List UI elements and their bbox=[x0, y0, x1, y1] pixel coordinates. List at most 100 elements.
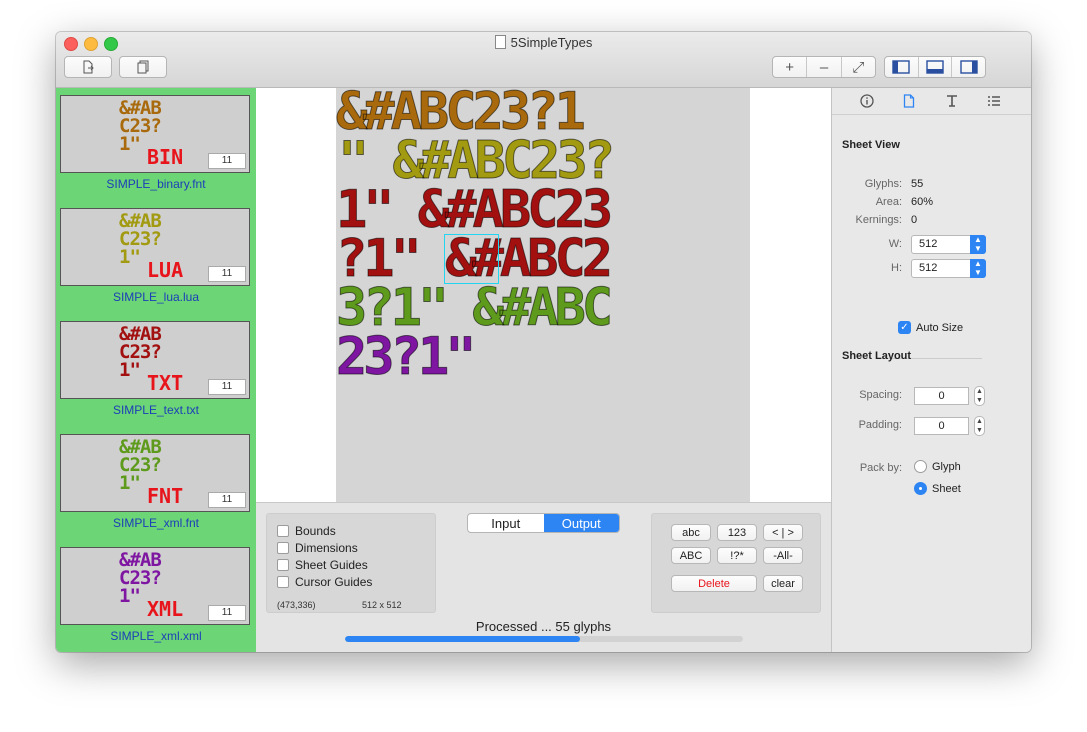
glyph-row: 1" &#ABC23 bbox=[336, 180, 614, 240]
right-sidebar-icon bbox=[959, 60, 978, 74]
font-list-item[interactable]: &#AB C23? 1" BIN 11 SIMPLE_binary.fnt bbox=[56, 88, 256, 201]
zoom-controls: + – ⤢ bbox=[772, 56, 876, 78]
font-list-item[interactable]: &#AB C23? 1" FNT 11 SIMPLE_xml.fnt bbox=[56, 427, 256, 540]
output-tab[interactable]: Output bbox=[543, 514, 619, 532]
zoom-out-button[interactable]: – bbox=[806, 57, 840, 77]
symbols-button[interactable]: !?* bbox=[717, 547, 757, 564]
padding-label: Padding: bbox=[858, 419, 902, 431]
font-filename[interactable]: SIMPLE_xml.xml bbox=[56, 629, 256, 643]
text-tab[interactable] bbox=[943, 92, 961, 110]
toggle-right-sidebar-button[interactable] bbox=[951, 57, 985, 77]
cursor-guides-checkbox[interactable] bbox=[277, 576, 289, 588]
glyphs-label: Glyphs: bbox=[864, 178, 902, 190]
document-tab[interactable] bbox=[900, 92, 918, 110]
dimensions-checkbox[interactable] bbox=[277, 542, 289, 554]
document-icon bbox=[903, 94, 915, 108]
view-controls bbox=[884, 56, 986, 78]
inspector-panel: Sheet View Glyphs: 55 Area: 60% Kernings… bbox=[831, 88, 1031, 652]
dimensions-checkbox-row[interactable]: Dimensions bbox=[277, 541, 358, 555]
new-document-icon bbox=[83, 60, 94, 74]
width-combobox[interactable]: 512 ▲ ▼ bbox=[911, 235, 986, 254]
uppercase-button[interactable]: ABC bbox=[671, 547, 711, 564]
cursor-guides-checkbox-row[interactable]: Cursor Guides bbox=[277, 575, 372, 589]
font-thumbnail: &#AB C23? 1" BIN 11 bbox=[60, 95, 250, 173]
sheet-guides-checkbox-row[interactable]: Sheet Guides bbox=[277, 558, 368, 572]
height-dropdown-icon[interactable]: ▲ ▼ bbox=[970, 259, 986, 278]
glyph-count-badge: 11 bbox=[208, 605, 246, 621]
font-list-item[interactable]: &#AB C23? 1" LUA 11 SIMPLE_lua.lua bbox=[56, 201, 256, 314]
digits-button[interactable]: 123 bbox=[717, 524, 757, 541]
height-combobox[interactable]: 512 ▲ ▼ bbox=[911, 259, 986, 278]
selected-glyph-highlight[interactable] bbox=[444, 234, 499, 284]
font-filename[interactable]: SIMPLE_text.txt bbox=[56, 403, 256, 417]
padding-field[interactable]: 0 bbox=[914, 417, 969, 435]
sheet-layout-heading: Sheet Layout bbox=[842, 350, 912, 362]
kernings-label: Kernings: bbox=[855, 214, 902, 226]
bounds-checkbox-row[interactable]: Bounds bbox=[277, 524, 336, 538]
auto-size-checkbox-row[interactable]: ✓ Auto Size bbox=[898, 321, 963, 334]
font-filename[interactable]: SIMPLE_xml.fnt bbox=[56, 516, 256, 530]
font-thumbnail: &#AB C23? 1" FNT 11 bbox=[60, 434, 250, 512]
list-tab[interactable] bbox=[985, 92, 1003, 110]
glyph-count-badge: 11 bbox=[208, 266, 246, 282]
document-icon bbox=[494, 35, 506, 49]
font-list-item[interactable]: &#AB C23? 1" XML 11 SIMPLE_xml.xml bbox=[56, 540, 256, 652]
height-value: 512 bbox=[919, 262, 938, 274]
zoom-in-button[interactable]: + bbox=[773, 57, 806, 77]
glyph-count-badge: 11 bbox=[208, 379, 246, 395]
font-filename[interactable]: SIMPLE_binary.fnt bbox=[56, 177, 256, 191]
font-list-item[interactable]: &#AB C23? 1" TXT 11 SIMPLE_text.txt bbox=[56, 314, 256, 427]
clear-button[interactable]: clear bbox=[763, 575, 803, 592]
guides-group: Bounds Dimensions Sheet Guides Cursor Gu… bbox=[266, 513, 436, 613]
list-icon bbox=[988, 96, 1000, 106]
all-button[interactable]: -All- bbox=[763, 547, 803, 564]
progress-fill bbox=[345, 636, 580, 642]
format-label: TXT bbox=[147, 371, 184, 395]
pack-glyph-radio-row[interactable]: Glyph bbox=[914, 460, 961, 473]
bounds-checkbox[interactable] bbox=[277, 525, 289, 537]
pack-sheet-radio-row[interactable]: Sheet bbox=[914, 482, 961, 495]
brackets-button[interactable]: < | > bbox=[763, 524, 803, 541]
cursor-guides-label: Cursor Guides bbox=[295, 575, 373, 589]
spacing-field[interactable]: 0 bbox=[914, 387, 969, 405]
lowercase-button[interactable]: abc bbox=[671, 524, 711, 541]
auto-size-label: Auto Size bbox=[916, 321, 964, 334]
progress-bar bbox=[345, 636, 743, 642]
info-tab[interactable] bbox=[858, 92, 876, 110]
zoom-fit-button[interactable]: ⤢ bbox=[840, 57, 875, 77]
toggle-left-sidebar-button[interactable] bbox=[885, 57, 918, 77]
glyph-count-badge: 11 bbox=[208, 153, 246, 169]
dimensions-label: Dimensions bbox=[295, 541, 358, 555]
font-filename[interactable]: SIMPLE_lua.lua bbox=[56, 290, 256, 304]
cursor-position: (473,336) bbox=[277, 600, 316, 610]
font-thumbnail: &#AB C23? 1" XML 11 bbox=[60, 547, 250, 625]
pack-sheet-radio[interactable] bbox=[914, 482, 927, 495]
bounds-label: Bounds bbox=[295, 524, 336, 538]
padding-stepper[interactable]: ▲ ▼ bbox=[974, 416, 985, 436]
canvas-area: &#ABC23?1 " &#ABC23? 1" &#ABC23 ?1" &#AB… bbox=[256, 88, 831, 502]
sheet-view-heading: Sheet View bbox=[842, 139, 900, 151]
width-dropdown-icon[interactable]: ▲ ▼ bbox=[970, 235, 986, 254]
glyph-row: 23?1" bbox=[336, 327, 477, 387]
format-label: BIN bbox=[147, 145, 184, 169]
pack-glyph-radio[interactable] bbox=[914, 460, 927, 473]
duplicate-button[interactable] bbox=[119, 56, 167, 78]
format-label: LUA bbox=[147, 258, 184, 282]
delete-button[interactable]: Delete bbox=[671, 575, 757, 592]
glyph-row: " &#ABC23? bbox=[337, 131, 615, 191]
sheet-guides-checkbox[interactable] bbox=[277, 559, 289, 571]
pack-by-label: Pack by: bbox=[859, 462, 902, 474]
glyph-count-badge: 11 bbox=[208, 492, 246, 508]
toggle-bottom-panel-button[interactable] bbox=[917, 57, 952, 77]
new-document-button[interactable] bbox=[64, 56, 112, 78]
spacing-label: Spacing: bbox=[859, 389, 902, 401]
glyph-sheet[interactable]: &#ABC23?1 " &#ABC23? 1" &#ABC23 ?1" &#AB… bbox=[336, 88, 750, 502]
inspector-tabs bbox=[832, 88, 1031, 115]
format-label: XML bbox=[147, 597, 184, 621]
status-text: Processed ... 55 glyphs bbox=[475, 619, 612, 634]
sheet-guides-label: Sheet Guides bbox=[295, 558, 368, 572]
spacing-stepper[interactable]: ▲ ▼ bbox=[974, 386, 985, 406]
pack-sheet-label: Sheet bbox=[932, 482, 961, 495]
auto-size-checkbox[interactable]: ✓ bbox=[898, 321, 911, 334]
input-tab[interactable]: Input bbox=[468, 514, 544, 532]
